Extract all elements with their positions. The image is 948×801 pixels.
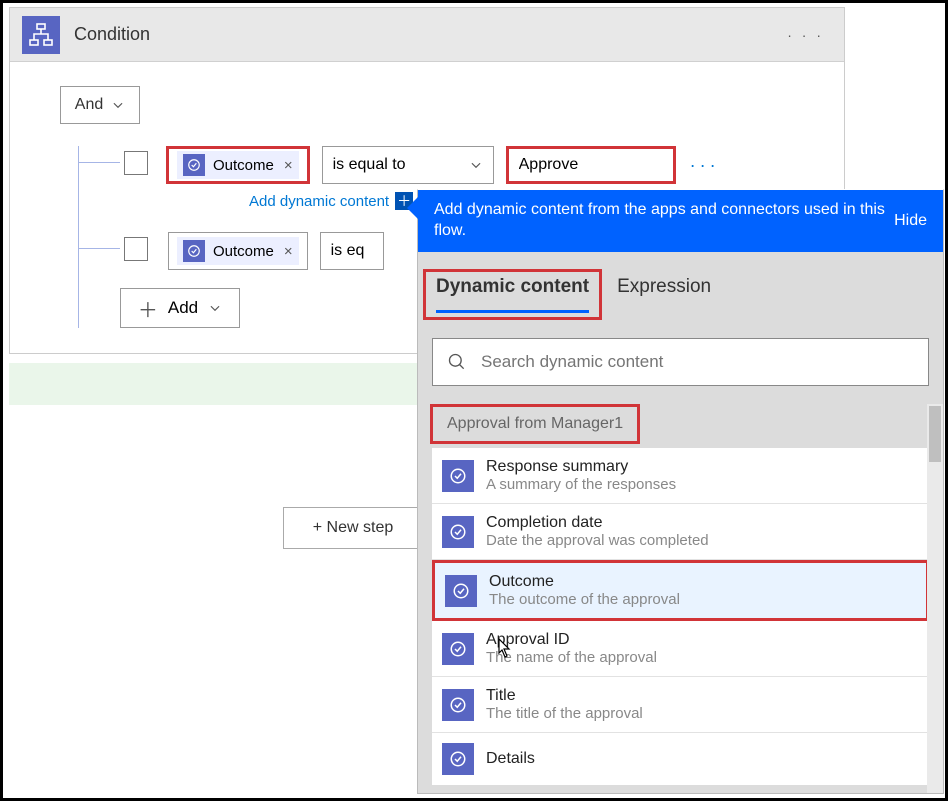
new-step-label: + New step bbox=[313, 519, 393, 537]
flyout-header-text: Add dynamic content from the apps and co… bbox=[434, 200, 894, 242]
item-text: Response summary A summary of the respon… bbox=[486, 458, 676, 493]
content-items-list: Response summary A summary of the respon… bbox=[432, 448, 929, 785]
flyout-pointer bbox=[407, 196, 419, 220]
flyout-header: Add dynamic content from the apps and co… bbox=[418, 190, 943, 252]
approval-icon bbox=[183, 240, 205, 262]
content-item[interactable]: Details bbox=[432, 733, 929, 785]
content-item[interactable]: Completion date Date the approval was co… bbox=[432, 504, 929, 560]
chevron-down-icon bbox=[208, 301, 222, 315]
flyout-tabs: Dynamic content Expression bbox=[418, 252, 943, 328]
operator-dropdown[interactable]: is eq bbox=[320, 232, 384, 270]
card-title: Condition bbox=[74, 24, 779, 45]
item-text: Outcome The outcome of the approval bbox=[489, 573, 680, 608]
item-desc: The name of the approval bbox=[486, 649, 657, 666]
approval-icon bbox=[183, 154, 205, 176]
approval-icon bbox=[442, 460, 474, 492]
item-text: Approval ID The name of the approval bbox=[486, 631, 657, 666]
search-input[interactable] bbox=[481, 352, 914, 372]
token-label: Outcome bbox=[213, 243, 274, 260]
item-desc: The outcome of the approval bbox=[489, 591, 680, 608]
condition-value-box[interactable] bbox=[506, 146, 676, 184]
condition-left-operand[interactable]: Outcome × bbox=[166, 146, 310, 184]
card-header: Condition · · · bbox=[10, 8, 844, 62]
item-text: Details bbox=[486, 750, 535, 768]
condition-row: Outcome × is equal to ··· bbox=[64, 146, 814, 184]
content-section-title: Approval from Manager1 bbox=[430, 404, 640, 444]
approval-icon bbox=[445, 575, 477, 607]
group-operator-label: And bbox=[75, 96, 103, 114]
hide-flyout-button[interactable]: Hide bbox=[894, 212, 927, 230]
dynamic-content-flyout: Add dynamic content from the apps and co… bbox=[417, 189, 944, 794]
item-desc: Date the approval was completed bbox=[486, 532, 709, 549]
row-checkbox[interactable] bbox=[124, 151, 148, 175]
scrollbar[interactable] bbox=[927, 404, 943, 793]
group-operator-dropdown[interactable]: And bbox=[60, 86, 140, 124]
item-title: Title bbox=[486, 687, 643, 705]
item-title: Outcome bbox=[489, 573, 680, 591]
item-title: Details bbox=[486, 750, 535, 768]
row-more-menu[interactable]: ··· bbox=[690, 155, 720, 176]
item-title: Approval ID bbox=[486, 631, 657, 649]
condition-icon bbox=[22, 16, 60, 54]
approval-icon bbox=[442, 633, 474, 665]
item-desc: A summary of the responses bbox=[486, 476, 676, 493]
card-more-menu[interactable]: · · · bbox=[779, 23, 832, 47]
content-item[interactable]: Title The title of the approval bbox=[432, 677, 929, 733]
item-text: Title The title of the approval bbox=[486, 687, 643, 722]
condition-value-input[interactable] bbox=[519, 156, 663, 174]
add-dynamic-label: Add dynamic content bbox=[249, 193, 389, 210]
plus-icon: ＋ bbox=[138, 294, 158, 323]
content-item[interactable]: Response summary A summary of the respon… bbox=[432, 448, 929, 504]
remove-token-button[interactable]: × bbox=[284, 243, 293, 260]
add-label: Add bbox=[168, 298, 198, 318]
content-item[interactable]: Approval ID The name of the approval bbox=[432, 621, 929, 677]
dynamic-token: Outcome × bbox=[177, 151, 299, 179]
tab-dynamic-content[interactable]: Dynamic content bbox=[436, 276, 589, 313]
item-title: Response summary bbox=[486, 458, 676, 476]
dynamic-token: Outcome × bbox=[177, 237, 299, 265]
operator-label: is equal to bbox=[333, 156, 406, 174]
item-title: Completion date bbox=[486, 514, 709, 532]
row-checkbox[interactable] bbox=[124, 237, 148, 261]
add-condition-button[interactable]: ＋ Add bbox=[120, 288, 240, 328]
approval-icon bbox=[442, 689, 474, 721]
new-step-button[interactable]: + New step bbox=[283, 507, 423, 549]
scrollbar-thumb[interactable] bbox=[929, 406, 941, 462]
tab-expression[interactable]: Expression bbox=[617, 276, 711, 328]
token-label: Outcome bbox=[213, 157, 274, 174]
condition-left-operand[interactable]: Outcome × bbox=[168, 232, 308, 270]
content-item-outcome[interactable]: Outcome The outcome of the approval bbox=[432, 560, 929, 621]
approval-icon bbox=[442, 516, 474, 548]
approval-icon bbox=[442, 743, 474, 775]
operator-dropdown[interactable]: is equal to bbox=[322, 146, 494, 184]
search-icon bbox=[447, 352, 467, 372]
operator-label: is eq bbox=[331, 242, 365, 260]
item-desc: The title of the approval bbox=[486, 705, 643, 722]
chevron-down-icon bbox=[469, 158, 483, 172]
remove-token-button[interactable]: × bbox=[284, 157, 293, 174]
chevron-down-icon bbox=[111, 98, 125, 112]
search-box[interactable] bbox=[432, 338, 929, 386]
item-text: Completion date Date the approval was co… bbox=[486, 514, 709, 549]
highlight-box: Dynamic content bbox=[423, 269, 602, 320]
